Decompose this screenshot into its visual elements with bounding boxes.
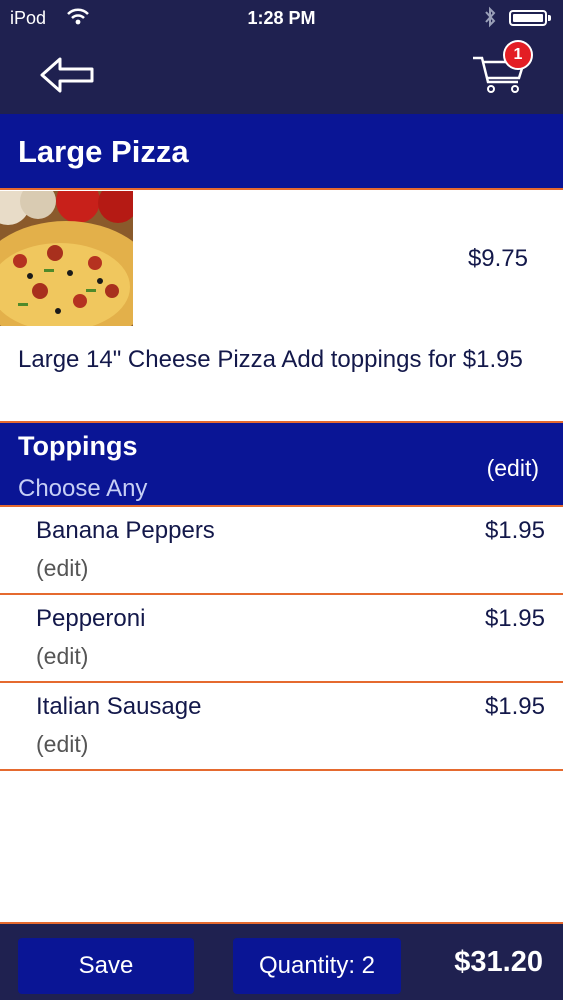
quantity-button[interactable]: Quantity: 2	[233, 938, 401, 994]
cart-count-badge: 1	[503, 40, 533, 70]
toppings-header: Toppings Choose Any (edit)	[0, 421, 563, 507]
topping-price: $1.95	[484, 517, 545, 544]
topping-price: $1.95	[484, 693, 545, 720]
bottom-bar: Save Quantity: 2 $31.20	[0, 922, 563, 1000]
topping-edit-link[interactable]: (edit)	[36, 731, 88, 758]
topping-edit-link[interactable]: (edit)	[36, 643, 88, 670]
pizza-photo	[0, 191, 133, 326]
status-time: 1:28 PM	[247, 8, 316, 28]
topping-row[interactable]: Pepperoni $1.95 (edit)	[0, 595, 563, 683]
product-description: Large 14" Cheese Pizza Add toppings for …	[18, 346, 523, 373]
battery-icon	[509, 10, 551, 26]
page-title: Large Pizza	[18, 134, 189, 169]
topping-name: Pepperoni	[36, 605, 146, 632]
topping-name: Banana Peppers	[36, 517, 215, 544]
toppings-title: Toppings	[18, 431, 138, 461]
status-bar: iPod 1:28 PM	[0, 0, 563, 36]
cart-icon	[470, 56, 530, 100]
product-price: $9.75	[467, 245, 528, 272]
topping-row[interactable]: Italian Sausage $1.95 (edit)	[0, 683, 563, 771]
topping-name: Italian Sausage	[36, 693, 202, 720]
title-bar: Large Pizza	[0, 114, 563, 190]
toppings-subtitle: Choose Any	[18, 475, 148, 502]
topping-row[interactable]: Banana Peppers $1.95 (edit)	[0, 507, 563, 595]
topping-price: $1.95	[484, 605, 545, 632]
save-button[interactable]: Save	[18, 938, 194, 994]
toppings-edit-link[interactable]: (edit)	[487, 455, 539, 482]
topping-edit-link[interactable]: (edit)	[36, 555, 88, 582]
order-total: $31.20	[454, 946, 543, 978]
back-button[interactable]	[38, 54, 96, 96]
back-arrow-icon	[38, 57, 96, 100]
top-bar: iPod 1:28 PM 1	[0, 0, 563, 114]
bluetooth-icon	[483, 6, 497, 33]
